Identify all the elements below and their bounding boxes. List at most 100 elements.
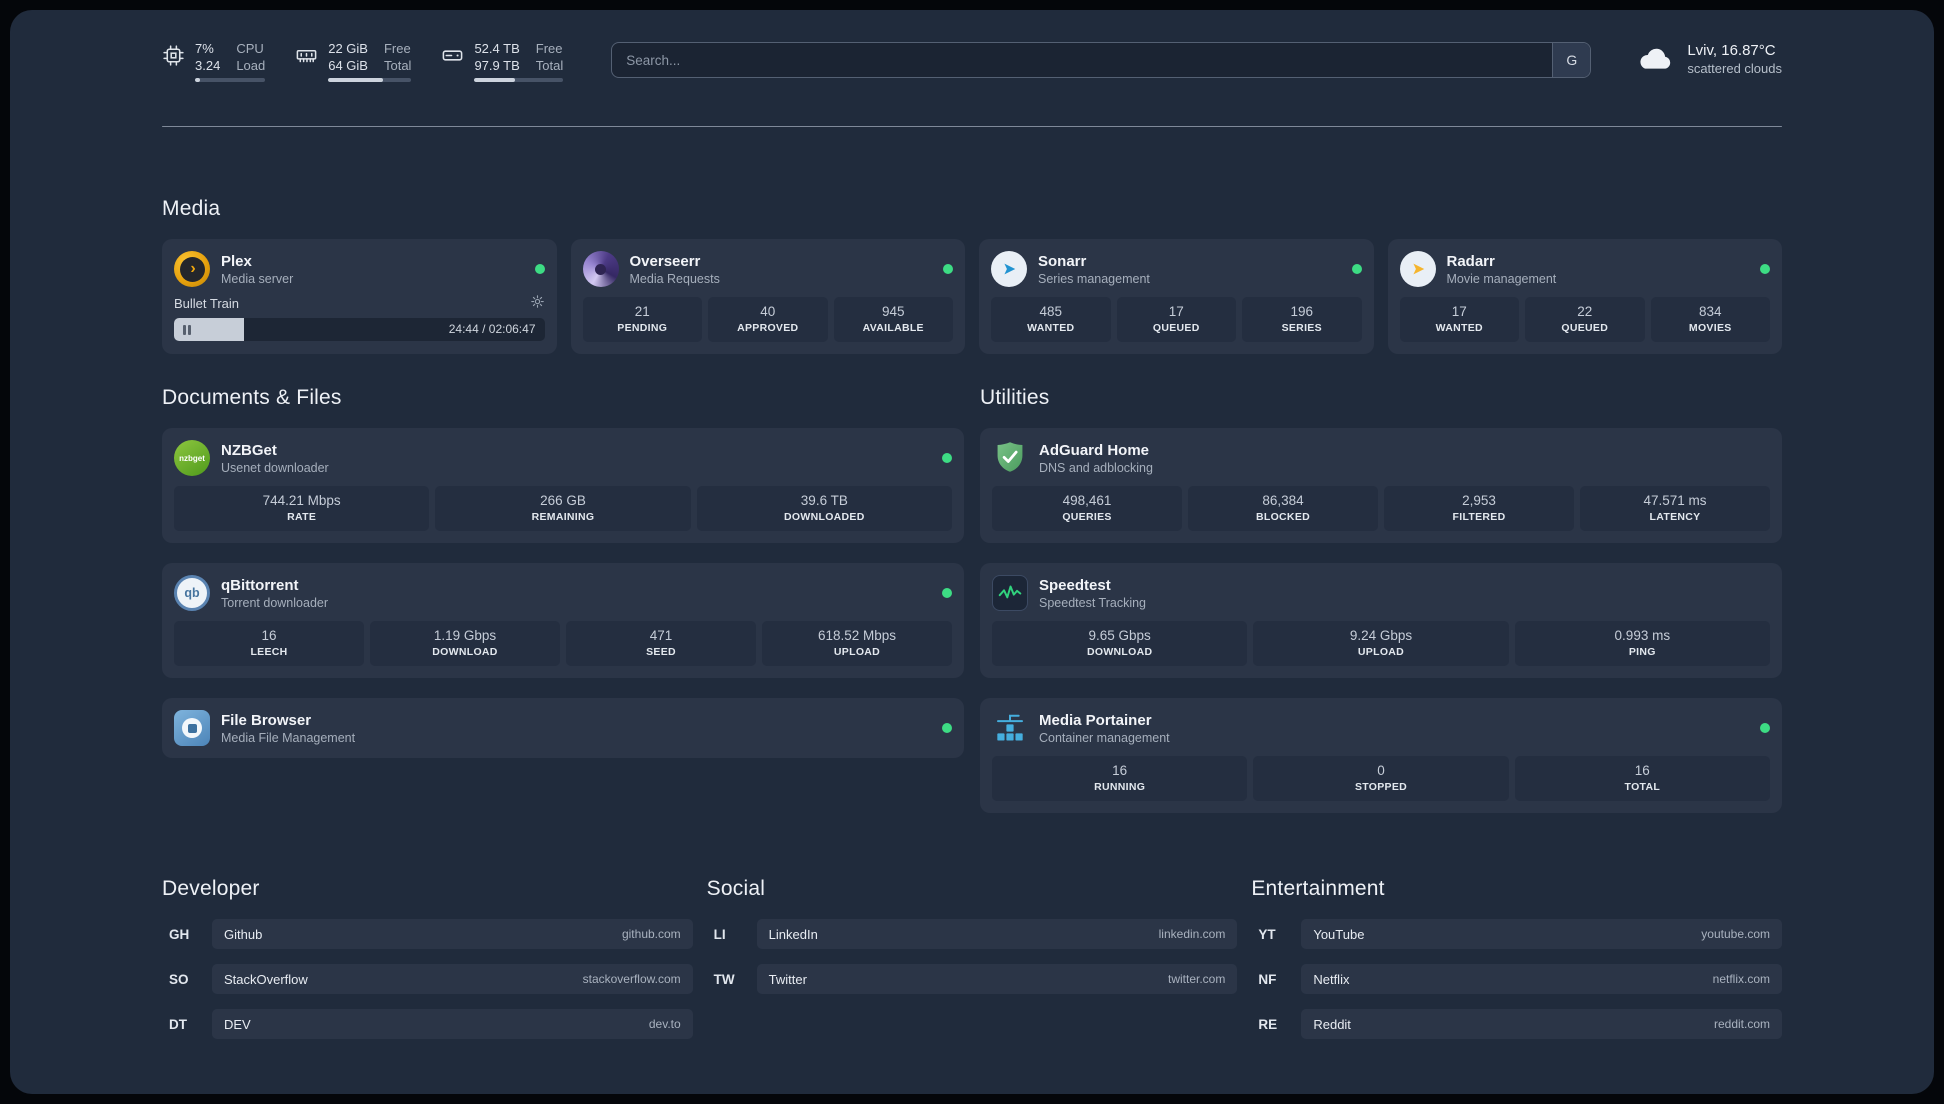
qbittorrent-icon: qb [174, 575, 210, 611]
stat-label: LATENCY [1649, 511, 1701, 523]
cpu-values: 7% 3.24 [195, 41, 221, 73]
stat-value: 0 [1377, 763, 1385, 778]
bookmark-abbr: SO [169, 971, 189, 987]
bookmark-name: Twitter [768, 971, 807, 987]
service-card-sonarr[interactable]: Sonarr Series management 485 WANTED 17 Q… [979, 239, 1374, 354]
stat-label: RUNNING [1094, 781, 1146, 793]
service-name: Radarr [1446, 252, 1495, 270]
bookmark-linkedin[interactable]: LI LinkedIn linkedin.com [707, 919, 1238, 949]
bookmark-stackoverflow[interactable]: SO StackOverflow stackoverflow.com [162, 964, 693, 994]
stat-label: MOVIES [1688, 322, 1732, 334]
service-subtitle: Media File Management [221, 730, 356, 745]
stat-tile: 744.21 Mbps RATE [174, 486, 430, 531]
service-card-portainer[interactable]: Media Portainer Container management 16 … [980, 698, 1782, 813]
cpu-chip-icon [162, 44, 185, 82]
stat-value: 266 GB [540, 493, 586, 508]
stat-value: 86,384 [1262, 493, 1304, 508]
cloud-icon [1635, 42, 1675, 77]
bookmark-url: github.com [621, 927, 681, 941]
stat-value: 16 [261, 628, 277, 643]
section-title-utilities: Utilities [980, 386, 1050, 409]
status-dot [1351, 264, 1362, 274]
stat-tile: 0.993 ms PING [1514, 621, 1770, 666]
bookmark-name: YouTube [1313, 926, 1365, 942]
status-dot [1760, 264, 1770, 274]
plex-now-playing-widget: Bullet Train 24:44 / 02:06:47 [174, 294, 545, 341]
pause-icon[interactable] [183, 324, 191, 335]
stat-value: 17 [1451, 304, 1467, 319]
service-card-filebrowser[interactable]: File Browser Media File Management [162, 698, 964, 758]
stat-tile: 16 LEECH [174, 621, 364, 666]
memory-values: 22 GiB 64 GiB [328, 41, 368, 73]
search-input[interactable] [612, 43, 1553, 77]
bookmark-url: youtube.com [1701, 927, 1771, 941]
stat-tile: 834 MOVIES [1650, 297, 1770, 342]
service-card-radarr[interactable]: Radarr Movie management 17 WANTED 22 QUE… [1387, 239, 1782, 354]
stat-tile: 9.24 Gbps UPLOAD [1253, 621, 1509, 666]
stat-value: 16 [1112, 763, 1128, 778]
section-title-documents: Documents & Files [162, 386, 342, 409]
service-name: qBittorrent [221, 576, 299, 594]
stat-label: QUEUED [1561, 322, 1609, 334]
stat-value: 834 [1698, 304, 1722, 319]
status-dot [1760, 723, 1770, 733]
bookmark-netflix[interactable]: NF Netflix netflix.com [1251, 964, 1783, 994]
bookmark-abbr: TW [713, 971, 735, 987]
service-subtitle: Movie management [1446, 271, 1557, 286]
bookmark-github[interactable]: GH Github github.com [162, 919, 693, 949]
bookmark-url: linkedin.com [1158, 927, 1226, 941]
service-card-speedtest[interactable]: Speedtest Speedtest Tracking 9.65 Gbps D… [980, 563, 1782, 678]
service-subtitle: Series management [1038, 271, 1150, 286]
plex-icon: › [174, 251, 210, 287]
status-dot [534, 264, 545, 274]
bookmark-abbr: LI [713, 926, 726, 942]
service-card-plex[interactable]: › Plex Media server Bullet Train 24:44 /… [162, 239, 557, 354]
nzbget-icon: nzbget [174, 440, 210, 476]
bookmark-abbr: DT [169, 1016, 187, 1032]
service-name: Plex [221, 252, 252, 270]
stat-label: APPROVED [737, 322, 799, 334]
service-card-qbittorrent[interactable]: qb qBittorrent Torrent downloader 16 LEE… [162, 563, 964, 678]
bookmark-url: netflix.com [1712, 972, 1771, 986]
service-name: NZBGet [221, 441, 277, 459]
stat-value: 0.993 ms [1614, 628, 1671, 643]
search-provider-button[interactable]: G [1552, 43, 1591, 77]
service-card-nzbget[interactable]: nzbget NZBGet Usenet downloader 744.21 M… [162, 428, 964, 543]
bookmark-twitter[interactable]: TW Twitter twitter.com [707, 964, 1238, 994]
bookmark-url: twitter.com [1167, 972, 1226, 986]
stat-tile: 17 QUEUED [1116, 297, 1236, 342]
section-title-social: Social [706, 877, 766, 900]
stat-value: 618.52 Mbps [817, 628, 897, 643]
bookmark-dev[interactable]: DT DEV dev.to [162, 1009, 693, 1039]
stat-label: WANTED [1435, 322, 1483, 334]
service-card-overseerr[interactable]: Overseerr Media Requests 21 PENDING 40 A… [570, 239, 965, 354]
stat-label: FILTERED [1452, 511, 1506, 523]
bookmark-youtube[interactable]: YT YouTube youtube.com [1251, 919, 1783, 949]
playback-progress-bar[interactable]: 24:44 / 02:06:47 [174, 318, 545, 341]
weather-location: Lviv, 16.87°C [1687, 42, 1776, 59]
service-card-adguard[interactable]: AdGuard Home DNS and adblocking 498,461 … [980, 428, 1782, 543]
media-grid: › Plex Media server Bullet Train 24:44 /… [162, 239, 1782, 354]
service-name: File Browser [221, 711, 312, 729]
bookmark-name: StackOverflow [224, 971, 308, 987]
memory-labels: Free Total [383, 41, 412, 73]
status-dot [942, 723, 952, 733]
portainer-crane-icon [992, 710, 1028, 746]
service-subtitle: Media Requests [629, 271, 720, 286]
stat-label: WANTED [1027, 322, 1075, 334]
stat-label: REMAINING [531, 511, 595, 523]
gear-icon[interactable] [530, 294, 545, 312]
bookmark-reddit[interactable]: RE Reddit reddit.com [1251, 1009, 1783, 1039]
stat-value: 485 [1039, 304, 1063, 319]
bookmark-abbr: NF [1258, 971, 1277, 987]
stat-label: PING [1628, 646, 1656, 658]
bookmark-abbr: YT [1258, 926, 1276, 942]
stat-label: RATE [287, 511, 317, 523]
bookmark-abbr: GH [169, 926, 190, 942]
stat-label: SERIES [1281, 322, 1322, 334]
stat-label: DOWNLOAD [432, 646, 498, 658]
stat-label: UPLOAD [833, 646, 881, 658]
stat-label: TOTAL [1624, 781, 1661, 793]
sonarr-icon [991, 251, 1027, 287]
service-name: Sonarr [1038, 252, 1087, 270]
